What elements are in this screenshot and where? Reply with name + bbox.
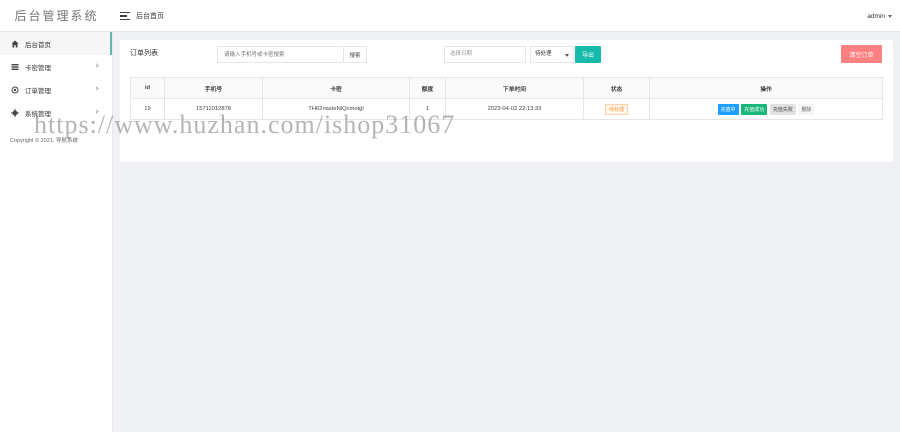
search-button[interactable]: 搜索 [343, 47, 366, 62]
panel-title: 订单列表 [130, 50, 158, 57]
column-header-phone: 手机号 [164, 77, 263, 99]
sidebar-item-orders[interactable]: 订单管理 [0, 78, 112, 101]
column-header-time: 下单时间 [445, 77, 584, 99]
chevron-down-icon [565, 54, 569, 57]
chevron-right-icon [94, 86, 99, 91]
chevron-down-icon [888, 14, 892, 18]
export-button[interactable]: 导出 [575, 46, 601, 63]
cell-amount: 1 [409, 98, 446, 120]
breadcrumb-label[interactable]: 后台首页 [136, 11, 164, 21]
top-header: 后台管理系统 后台首页 admin [0, 0, 900, 32]
clear-orders-button[interactable]: 清空订单 [841, 45, 882, 63]
orders-table: id 手机号 卡密 额度 下单时间 状态 操作 19 15711012878 T… [130, 77, 883, 120]
chevron-right-icon [94, 63, 99, 68]
sidebar-item-cards[interactable]: 卡密管理 [0, 55, 112, 78]
user-menu[interactable]: admin [867, 0, 892, 32]
recharging-button[interactable]: 充值中 [717, 103, 739, 115]
chevron-right-icon [94, 109, 99, 114]
column-header-actions: 操作 [649, 77, 883, 99]
menu-toggle-icon[interactable] [120, 12, 130, 20]
table-row: 19 15711012878 TH62nasIeNiQcmotgl 1 2023… [130, 98, 883, 120]
recharge-success-button[interactable]: 充值成功 [741, 103, 768, 115]
search-box: 搜索 [217, 46, 367, 63]
copyright-text: Copyright © 2021, 导航系统 [10, 138, 78, 144]
cell-id: 19 [130, 98, 165, 120]
sidebar-item-label: 订单管理 [25, 87, 51, 95]
column-header-id: id [130, 77, 165, 99]
date-picker[interactable]: 选择日期 [444, 46, 526, 63]
sidebar-item-home[interactable]: 后台首页 [0, 32, 112, 55]
cell-phone: 15711012878 [164, 98, 263, 120]
cell-status: 待处理 [583, 98, 650, 120]
breadcrumb: 后台首页 [120, 0, 164, 32]
home-icon [10, 39, 19, 48]
app-logo: 后台管理系统 [14, 9, 99, 23]
layers-icon [10, 85, 19, 94]
column-header-card: 卡密 [262, 77, 410, 99]
column-header-status: 状态 [583, 77, 650, 99]
cell-time: 2023-04-02 22:13:33 [445, 98, 584, 120]
column-header-amount: 额度 [409, 77, 446, 99]
delete-button[interactable]: 删除 [798, 103, 815, 115]
sidebar-item-system[interactable]: 系统管理 [0, 101, 112, 124]
list-icon [10, 62, 19, 71]
status-select[interactable]: 待处理 [530, 46, 574, 63]
gear-icon [10, 108, 19, 117]
status-select-value: 待处理 [535, 51, 552, 57]
sidebar: 后台首页 卡密管理 订单管理 系统管理 Copyright © 2021, 导航… [0, 32, 113, 432]
table-header-row: id 手机号 卡密 额度 下单时间 状态 操作 [130, 77, 883, 99]
sidebar-item-label: 系统管理 [25, 110, 51, 118]
cell-actions: 充值中 充值成功 充值失败 删除 [649, 98, 883, 120]
status-badge: 待处理 [604, 103, 628, 115]
sidebar-item-label: 卡密管理 [25, 64, 51, 72]
cell-card: TH62nasIeNiQcmotgl [262, 98, 410, 120]
user-name[interactable]: admin [867, 13, 885, 20]
order-list-panel: 订单列表 搜索 选择日期 待处理 导出 清空订单 id 手机号 卡密 额度 下单… [120, 40, 893, 162]
search-input[interactable] [218, 47, 343, 62]
recharge-failed-button[interactable]: 充值失败 [769, 103, 796, 115]
sidebar-item-label: 后台首页 [25, 41, 51, 49]
